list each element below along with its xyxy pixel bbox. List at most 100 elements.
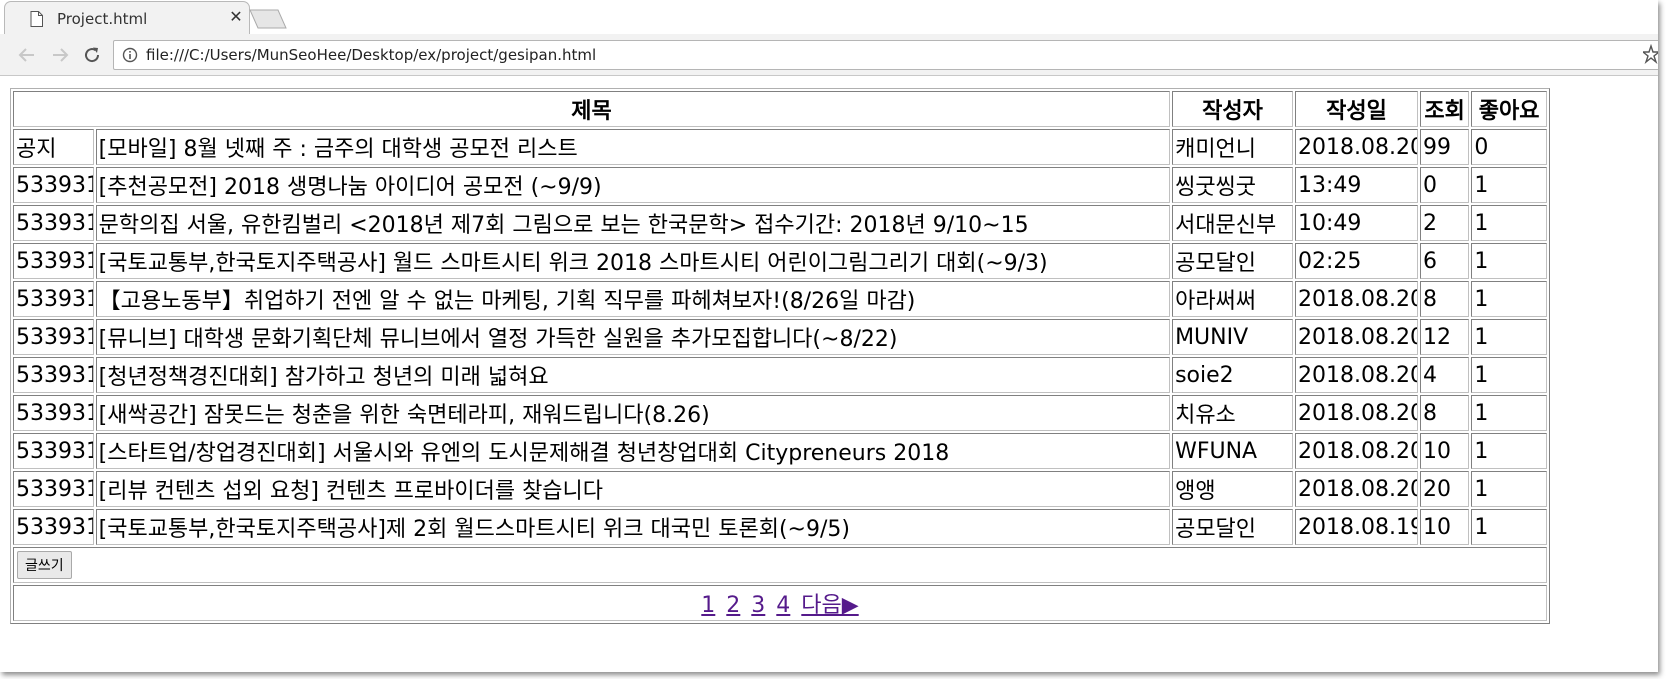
table-row[interactable]: 533931 [국토교통부,한국토지주택공사] 월드 스마트시티 위크 2018… — [13, 243, 1547, 279]
header-likes: 좋아요 — [1471, 91, 1547, 127]
post-date: 2018.08.20. — [1295, 357, 1418, 393]
post-date: 2018.08.20. — [1295, 129, 1418, 165]
forward-arrow-icon — [53, 48, 69, 62]
post-date: 2018.08.20. — [1295, 319, 1418, 355]
post-views: 8 — [1419, 395, 1470, 431]
reload-button[interactable] — [79, 42, 105, 68]
tab-project[interactable]: Project.html ✕ — [4, 1, 250, 35]
close-icon[interactable]: ✕ — [227, 7, 245, 26]
post-title[interactable]: 문학의집 서울, 유한킴벌리 <2018년 제7회 그림으로 보는 한국문학> … — [95, 205, 1171, 241]
tab-title: Project.html — [57, 10, 148, 28]
header-row: 제목 작성자 작성일 조회 좋아요 — [13, 91, 1547, 127]
url-text: file:///C:/Users/MunSeoHee/Desktop/ex/pr… — [146, 46, 597, 64]
post-author: WFUNA — [1172, 433, 1294, 469]
post-author: 앵앵 — [1172, 471, 1294, 507]
post-title[interactable]: [국토교통부,한국토지주택공사] 월드 스마트시티 위크 2018 스마트시티 … — [95, 243, 1171, 279]
post-date: 2018.08.20. — [1295, 395, 1418, 431]
post-title[interactable]: [모바일] 8월 넷째 주 : 금주의 대학생 공모전 리스트 — [95, 129, 1171, 165]
post-author: 공모달인 — [1172, 243, 1294, 279]
post-likes: 1 — [1471, 205, 1547, 241]
post-views: 99 — [1419, 129, 1470, 165]
post-title[interactable]: [청년정책경진대회] 참가하고 청년의 미래 넓혀요 — [95, 357, 1171, 393]
post-author: 아라써써 — [1172, 281, 1294, 317]
pagination: 1 2 3 4 다음▶ — [699, 593, 860, 618]
post-likes: 1 — [1471, 243, 1547, 279]
post-number: 533931 — [13, 433, 94, 469]
address-bar[interactable]: file:///C:/Users/MunSeoHee/Desktop/ex/pr… — [113, 40, 1658, 70]
file-icon — [30, 11, 43, 27]
table-row[interactable]: 533931 [뮤니브] 대학생 문화기획단체 뮤니브에서 열정 가득한 실원을… — [13, 319, 1547, 355]
pagination-row: 1 2 3 4 다음▶ — [13, 585, 1547, 621]
post-author: 씽굿씽굿 — [1172, 167, 1294, 203]
post-likes: 1 — [1471, 357, 1547, 393]
table-row[interactable]: 533931 [새싹공간] 잠못드는 청춘을 위한 숙면테라피, 재워드립니다(… — [13, 395, 1547, 431]
header-title: 제목 — [13, 91, 1171, 127]
post-views: 8 — [1419, 281, 1470, 317]
post-number: 533931 — [13, 357, 94, 393]
pagination-cell: 1 2 3 4 다음▶ — [13, 585, 1547, 621]
post-number: 533931 — [13, 471, 94, 507]
post-title[interactable]: [스타트업/창업경진대회] 서울시와 유엔의 도시문제해결 청년창업대회 Cit… — [95, 433, 1171, 469]
info-icon[interactable] — [122, 47, 138, 63]
table-row[interactable]: 533931 [추천공모전] 2018 생명나눔 아이디어 공모전 (~9/9)… — [13, 167, 1547, 203]
new-tab-button[interactable] — [248, 9, 288, 29]
post-number: 533931 — [13, 395, 94, 431]
post-views: 12 — [1419, 319, 1470, 355]
post-likes: 1 — [1471, 509, 1547, 545]
next-page-link[interactable]: 다음▶ — [801, 593, 858, 618]
page-link-1[interactable]: 1 — [701, 593, 715, 618]
post-likes: 1 — [1471, 281, 1547, 317]
post-title[interactable]: [추천공모전] 2018 생명나눔 아이디어 공모전 (~9/9) — [95, 167, 1171, 203]
post-number: 533931 — [13, 205, 94, 241]
table-row[interactable]: 533931 [청년정책경진대회] 참가하고 청년의 미래 넓혀요 soie2 … — [13, 357, 1547, 393]
post-views: 10 — [1419, 433, 1470, 469]
post-views: 4 — [1419, 357, 1470, 393]
table-row[interactable]: 533931 문학의집 서울, 유한킴벌리 <2018년 제7회 그림으로 보는… — [13, 205, 1547, 241]
post-number: 533931 — [13, 243, 94, 279]
board-table: 제목 작성자 작성일 조회 좋아요 공지 [모바일] 8월 넷째 주 : 금주의… — [10, 88, 1550, 624]
write-cell: 글쓰기 — [13, 547, 1547, 583]
header-views: 조회 — [1419, 91, 1470, 127]
table-row[interactable]: 533931 [리뷰 컨텐츠 섭외 요청] 컨텐츠 프로바이더를 찾습니다 앵앵… — [13, 471, 1547, 507]
post-date: 02:25 — [1295, 243, 1418, 279]
post-likes: 1 — [1471, 319, 1547, 355]
page-content: 제목 작성자 작성일 조회 좋아요 공지 [모바일] 8월 넷째 주 : 금주의… — [0, 76, 1658, 672]
post-title[interactable]: 【고용노동부】취업하기 전엔 알 수 없는 마케팅, 기획 직무를 파헤쳐보자!… — [95, 281, 1171, 317]
post-title[interactable]: [뮤니브] 대학생 문화기획단체 뮤니브에서 열정 가득한 실원을 추가모집합니… — [95, 319, 1171, 355]
page-link-2[interactable]: 2 — [726, 593, 740, 618]
post-number: 공지 — [13, 129, 94, 165]
post-views: 2 — [1419, 205, 1470, 241]
bookmark-star-icon[interactable] — [1643, 44, 1658, 64]
post-views: 0 — [1419, 167, 1470, 203]
post-author: 캐미언니 — [1172, 129, 1294, 165]
table-row[interactable]: 공지 [모바일] 8월 넷째 주 : 금주의 대학생 공모전 리스트 캐미언니 … — [13, 129, 1547, 165]
post-likes: 1 — [1471, 471, 1547, 507]
post-date: 2018.08.20. — [1295, 433, 1418, 469]
post-title[interactable]: [리뷰 컨텐츠 섭외 요청] 컨텐츠 프로바이더를 찾습니다 — [95, 471, 1171, 507]
page-link-3[interactable]: 3 — [751, 593, 765, 618]
forward-button[interactable] — [47, 42, 73, 68]
post-title[interactable]: [국토교통부,한국토지주택공사]제 2회 월드스마트시티 위크 대국민 토론회(… — [95, 509, 1171, 545]
page-link-4[interactable]: 4 — [776, 593, 790, 618]
post-author: 서대문신부 — [1172, 205, 1294, 241]
post-number: 533931 — [13, 167, 94, 203]
table-row[interactable]: 533931 [스타트업/창업경진대회] 서울시와 유엔의 도시문제해결 청년창… — [13, 433, 1547, 469]
back-arrow-icon — [18, 48, 34, 62]
table-row[interactable]: 533931 【고용노동부】취업하기 전엔 알 수 없는 마케팅, 기획 직무를… — [13, 281, 1547, 317]
post-date: 13:49 — [1295, 167, 1418, 203]
tab-strip: Project.html ✕ — [0, 0, 1658, 35]
toolbar: file:///C:/Users/MunSeoHee/Desktop/ex/pr… — [0, 34, 1658, 76]
header-author: 작성자 — [1172, 91, 1294, 127]
post-title[interactable]: [새싹공간] 잠못드는 청춘을 위한 숙면테라피, 재워드립니다(8.26) — [95, 395, 1171, 431]
post-views: 20 — [1419, 471, 1470, 507]
post-views: 10 — [1419, 509, 1470, 545]
post-date: 2018.08.20. — [1295, 281, 1418, 317]
post-number: 533931 — [13, 319, 94, 355]
post-author: MUNIV — [1172, 319, 1294, 355]
post-likes: 1 — [1471, 167, 1547, 203]
write-button[interactable]: 글쓰기 — [17, 551, 72, 579]
post-date: 10:49 — [1295, 205, 1418, 241]
back-button[interactable] — [14, 42, 40, 68]
table-row[interactable]: 533931 [국토교통부,한국토지주택공사]제 2회 월드스마트시티 위크 대… — [13, 509, 1547, 545]
post-likes: 1 — [1471, 395, 1547, 431]
